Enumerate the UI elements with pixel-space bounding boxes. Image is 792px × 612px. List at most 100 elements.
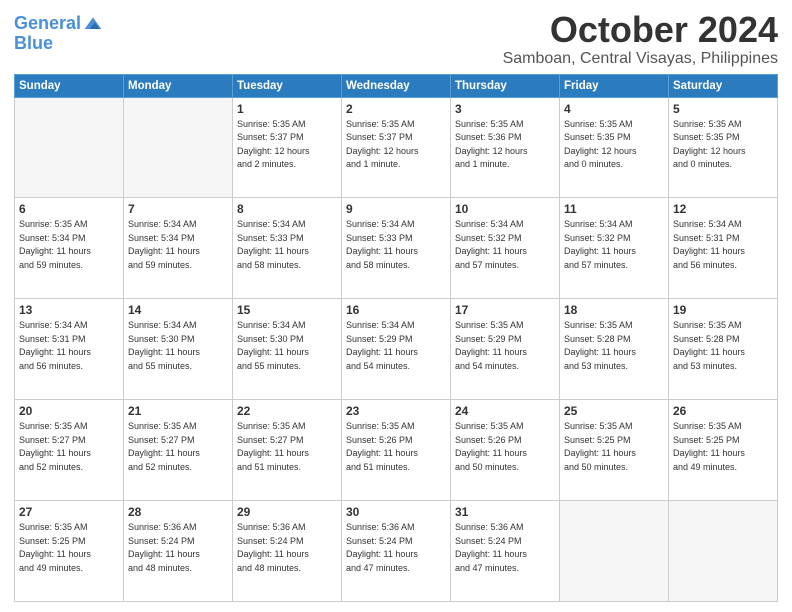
day-info: Sunrise: 5:35 AM Sunset: 5:26 PM Dayligh… [346, 420, 446, 474]
day-number: 28 [128, 505, 228, 519]
day-info: Sunrise: 5:35 AM Sunset: 5:37 PM Dayligh… [237, 118, 337, 172]
calendar-cell [124, 97, 233, 198]
day-number: 23 [346, 404, 446, 418]
day-info: Sunrise: 5:36 AM Sunset: 5:24 PM Dayligh… [455, 521, 555, 575]
day-info: Sunrise: 5:34 AM Sunset: 5:31 PM Dayligh… [19, 319, 119, 373]
calendar-cell: 31 Sunrise: 5:36 AM Sunset: 5:24 PM Dayli… [451, 501, 560, 602]
calendar-cell: 1 Sunrise: 5:35 AM Sunset: 5:37 PM Daylig… [233, 97, 342, 198]
day-number: 5 [673, 102, 773, 116]
calendar-header-monday: Monday [124, 74, 233, 97]
calendar-header-tuesday: Tuesday [233, 74, 342, 97]
day-info: Sunrise: 5:35 AM Sunset: 5:35 PM Dayligh… [673, 118, 773, 172]
day-number: 27 [19, 505, 119, 519]
day-info: Sunrise: 5:35 AM Sunset: 5:27 PM Dayligh… [19, 420, 119, 474]
day-info: Sunrise: 5:35 AM Sunset: 5:34 PM Dayligh… [19, 218, 119, 272]
day-info: Sunrise: 5:35 AM Sunset: 5:25 PM Dayligh… [673, 420, 773, 474]
calendar-cell: 15 Sunrise: 5:34 AM Sunset: 5:30 PM Dayli… [233, 299, 342, 400]
calendar-cell: 11 Sunrise: 5:34 AM Sunset: 5:32 PM Dayli… [560, 198, 669, 299]
calendar-cell: 12 Sunrise: 5:34 AM Sunset: 5:31 PM Dayli… [669, 198, 778, 299]
calendar-header-sunday: Sunday [15, 74, 124, 97]
day-number: 9 [346, 202, 446, 216]
day-info: Sunrise: 5:36 AM Sunset: 5:24 PM Dayligh… [128, 521, 228, 575]
day-number: 20 [19, 404, 119, 418]
day-info: Sunrise: 5:34 AM Sunset: 5:31 PM Dayligh… [673, 218, 773, 272]
day-number: 26 [673, 404, 773, 418]
day-info: Sunrise: 5:34 AM Sunset: 5:33 PM Dayligh… [346, 218, 446, 272]
day-info: Sunrise: 5:36 AM Sunset: 5:24 PM Dayligh… [237, 521, 337, 575]
week-row-4: 20 Sunrise: 5:35 AM Sunset: 5:27 PM Dayli… [15, 400, 778, 501]
day-info: Sunrise: 5:35 AM Sunset: 5:37 PM Dayligh… [346, 118, 446, 172]
week-row-2: 6 Sunrise: 5:35 AM Sunset: 5:34 PM Daylig… [15, 198, 778, 299]
day-info: Sunrise: 5:34 AM Sunset: 5:29 PM Dayligh… [346, 319, 446, 373]
calendar-cell: 20 Sunrise: 5:35 AM Sunset: 5:27 PM Dayli… [15, 400, 124, 501]
calendar-table: SundayMondayTuesdayWednesdayThursdayFrid… [14, 74, 778, 602]
calendar-cell: 9 Sunrise: 5:34 AM Sunset: 5:33 PM Daylig… [342, 198, 451, 299]
day-info: Sunrise: 5:35 AM Sunset: 5:25 PM Dayligh… [564, 420, 664, 474]
day-info: Sunrise: 5:35 AM Sunset: 5:27 PM Dayligh… [237, 420, 337, 474]
calendar-cell: 23 Sunrise: 5:35 AM Sunset: 5:26 PM Dayli… [342, 400, 451, 501]
calendar-cell: 30 Sunrise: 5:36 AM Sunset: 5:24 PM Dayli… [342, 501, 451, 602]
calendar-cell [669, 501, 778, 602]
calendar-cell: 5 Sunrise: 5:35 AM Sunset: 5:35 PM Daylig… [669, 97, 778, 198]
day-info: Sunrise: 5:35 AM Sunset: 5:28 PM Dayligh… [564, 319, 664, 373]
day-number: 30 [346, 505, 446, 519]
day-number: 4 [564, 102, 664, 116]
calendar-header-wednesday: Wednesday [342, 74, 451, 97]
day-info: Sunrise: 5:35 AM Sunset: 5:36 PM Dayligh… [455, 118, 555, 172]
day-info: Sunrise: 5:34 AM Sunset: 5:33 PM Dayligh… [237, 218, 337, 272]
day-info: Sunrise: 5:35 AM Sunset: 5:27 PM Dayligh… [128, 420, 228, 474]
header: General Blue October 2024 Samboan, Centr… [14, 10, 778, 68]
week-row-3: 13 Sunrise: 5:34 AM Sunset: 5:31 PM Dayli… [15, 299, 778, 400]
week-row-5: 27 Sunrise: 5:35 AM Sunset: 5:25 PM Dayli… [15, 501, 778, 602]
calendar-cell: 24Sunrise: 5:35 AM Sunset: 5:26 PM Dayli… [451, 400, 560, 501]
day-number: 11 [564, 202, 664, 216]
calendar-cell: 21Sunrise: 5:35 AM Sunset: 5:27 PM Dayli… [124, 400, 233, 501]
title-section: October 2024 Samboan, Central Visayas, P… [503, 10, 778, 68]
calendar-cell: 4 Sunrise: 5:35 AM Sunset: 5:35 PM Daylig… [560, 97, 669, 198]
month-title: October 2024 [503, 10, 778, 50]
calendar-cell: 18 Sunrise: 5:35 AM Sunset: 5:28 PM Dayli… [560, 299, 669, 400]
day-info: Sunrise: 5:34 AM Sunset: 5:32 PM Dayligh… [564, 218, 664, 272]
day-info: Sunrise: 5:35 AM Sunset: 5:25 PM Dayligh… [19, 521, 119, 575]
day-number: 3 [455, 102, 555, 116]
day-info: Sunrise: 5:35 AM Sunset: 5:28 PM Dayligh… [673, 319, 773, 373]
day-info: Sunrise: 5:35 AM Sunset: 5:35 PM Dayligh… [564, 118, 664, 172]
week-row-1: 1 Sunrise: 5:35 AM Sunset: 5:37 PM Daylig… [15, 97, 778, 198]
calendar-cell: 14Sunrise: 5:34 AM Sunset: 5:30 PM Dayli… [124, 299, 233, 400]
day-info: Sunrise: 5:36 AM Sunset: 5:24 PM Dayligh… [346, 521, 446, 575]
calendar-cell: 17Sunrise: 5:35 AM Sunset: 5:29 PM Dayli… [451, 299, 560, 400]
calendar-cell: 26 Sunrise: 5:35 AM Sunset: 5:25 PM Dayli… [669, 400, 778, 501]
calendar-cell: 7Sunrise: 5:34 AM Sunset: 5:34 PM Daylig… [124, 198, 233, 299]
day-number: 25 [564, 404, 664, 418]
page: General Blue October 2024 Samboan, Centr… [0, 0, 792, 612]
logo-text: General [14, 14, 81, 34]
day-info: Sunrise: 5:34 AM Sunset: 5:32 PM Dayligh… [455, 218, 555, 272]
day-number: 24 [455, 404, 555, 418]
day-number: 31 [455, 505, 555, 519]
day-number: 6 [19, 202, 119, 216]
day-info: Sunrise: 5:34 AM Sunset: 5:30 PM Dayligh… [237, 319, 337, 373]
calendar-cell: 27 Sunrise: 5:35 AM Sunset: 5:25 PM Dayli… [15, 501, 124, 602]
calendar-header-thursday: Thursday [451, 74, 560, 97]
calendar-cell [15, 97, 124, 198]
location-title: Samboan, Central Visayas, Philippines [503, 50, 778, 68]
day-number: 16 [346, 303, 446, 317]
calendar-cell: 8Sunrise: 5:34 AM Sunset: 5:33 PM Daylig… [233, 198, 342, 299]
day-number: 12 [673, 202, 773, 216]
day-number: 15 [237, 303, 337, 317]
calendar-cell: 2Sunrise: 5:35 AM Sunset: 5:37 PM Daylig… [342, 97, 451, 198]
logo: General Blue [14, 14, 103, 54]
calendar-cell: 6 Sunrise: 5:35 AM Sunset: 5:34 PM Daylig… [15, 198, 124, 299]
calendar-cell: 3 Sunrise: 5:35 AM Sunset: 5:36 PM Daylig… [451, 97, 560, 198]
calendar-cell: 25 Sunrise: 5:35 AM Sunset: 5:25 PM Dayli… [560, 400, 669, 501]
calendar-header-friday: Friday [560, 74, 669, 97]
calendar-cell: 29Sunrise: 5:36 AM Sunset: 5:24 PM Dayli… [233, 501, 342, 602]
day-number: 13 [19, 303, 119, 317]
day-number: 1 [237, 102, 337, 116]
day-number: 18 [564, 303, 664, 317]
calendar-cell: 13 Sunrise: 5:34 AM Sunset: 5:31 PM Dayli… [15, 299, 124, 400]
logo-subtext: Blue [14, 34, 103, 54]
day-number: 7 [128, 202, 228, 216]
day-info: Sunrise: 5:34 AM Sunset: 5:30 PM Dayligh… [128, 319, 228, 373]
calendar-cell: 10Sunrise: 5:34 AM Sunset: 5:32 PM Dayli… [451, 198, 560, 299]
